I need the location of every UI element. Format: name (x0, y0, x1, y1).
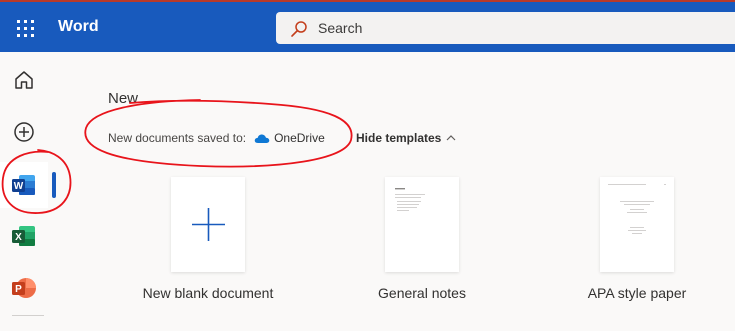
rail-item-create[interactable] (0, 110, 48, 154)
rail-item-word[interactable]: W (0, 162, 48, 208)
template-thumbnail (171, 177, 245, 272)
top-header: Word (0, 0, 735, 52)
save-location-prefix: New documents saved to: (108, 131, 247, 145)
search-icon (291, 21, 307, 37)
save-location-line: New documents saved to: OneDrive (108, 131, 325, 145)
template-thumbnail (600, 177, 674, 272)
rail-item-excel[interactable]: X (0, 214, 48, 258)
word-icon: W (12, 175, 35, 195)
document-preview-icon (608, 184, 666, 234)
document-preview-icon (395, 188, 425, 211)
chevron-up-icon (446, 135, 456, 141)
page-title: New (108, 90, 139, 107)
svg-text:P: P (15, 284, 22, 295)
rail-divider (12, 315, 44, 316)
onedrive-cloud-icon (254, 134, 270, 143)
onedrive-link[interactable]: OneDrive (274, 131, 325, 145)
plus-icon (192, 208, 225, 241)
home-icon (15, 71, 33, 89)
search-input[interactable] (318, 18, 618, 38)
rail-item-powerpoint[interactable]: P (0, 266, 48, 310)
powerpoint-icon: P (12, 278, 36, 298)
hide-templates-button[interactable]: Hide templates (356, 131, 456, 145)
app-launcher-icon[interactable] (14, 17, 36, 39)
hide-templates-label: Hide templates (356, 131, 442, 145)
svg-text:W: W (14, 181, 24, 192)
rail-item-home[interactable] (0, 58, 48, 102)
left-rail: W X P (0, 52, 48, 331)
template-label: New blank document (142, 285, 274, 301)
plus-circle-icon (14, 122, 34, 142)
app-name[interactable]: Word (58, 18, 99, 36)
excel-icon: X (12, 226, 35, 246)
svg-text:X: X (15, 232, 22, 243)
template-thumbnail (385, 177, 459, 272)
template-label: APA style paper (587, 285, 687, 301)
active-indicator (52, 172, 56, 198)
search-box[interactable] (276, 12, 735, 44)
template-label: General notes (378, 285, 466, 301)
